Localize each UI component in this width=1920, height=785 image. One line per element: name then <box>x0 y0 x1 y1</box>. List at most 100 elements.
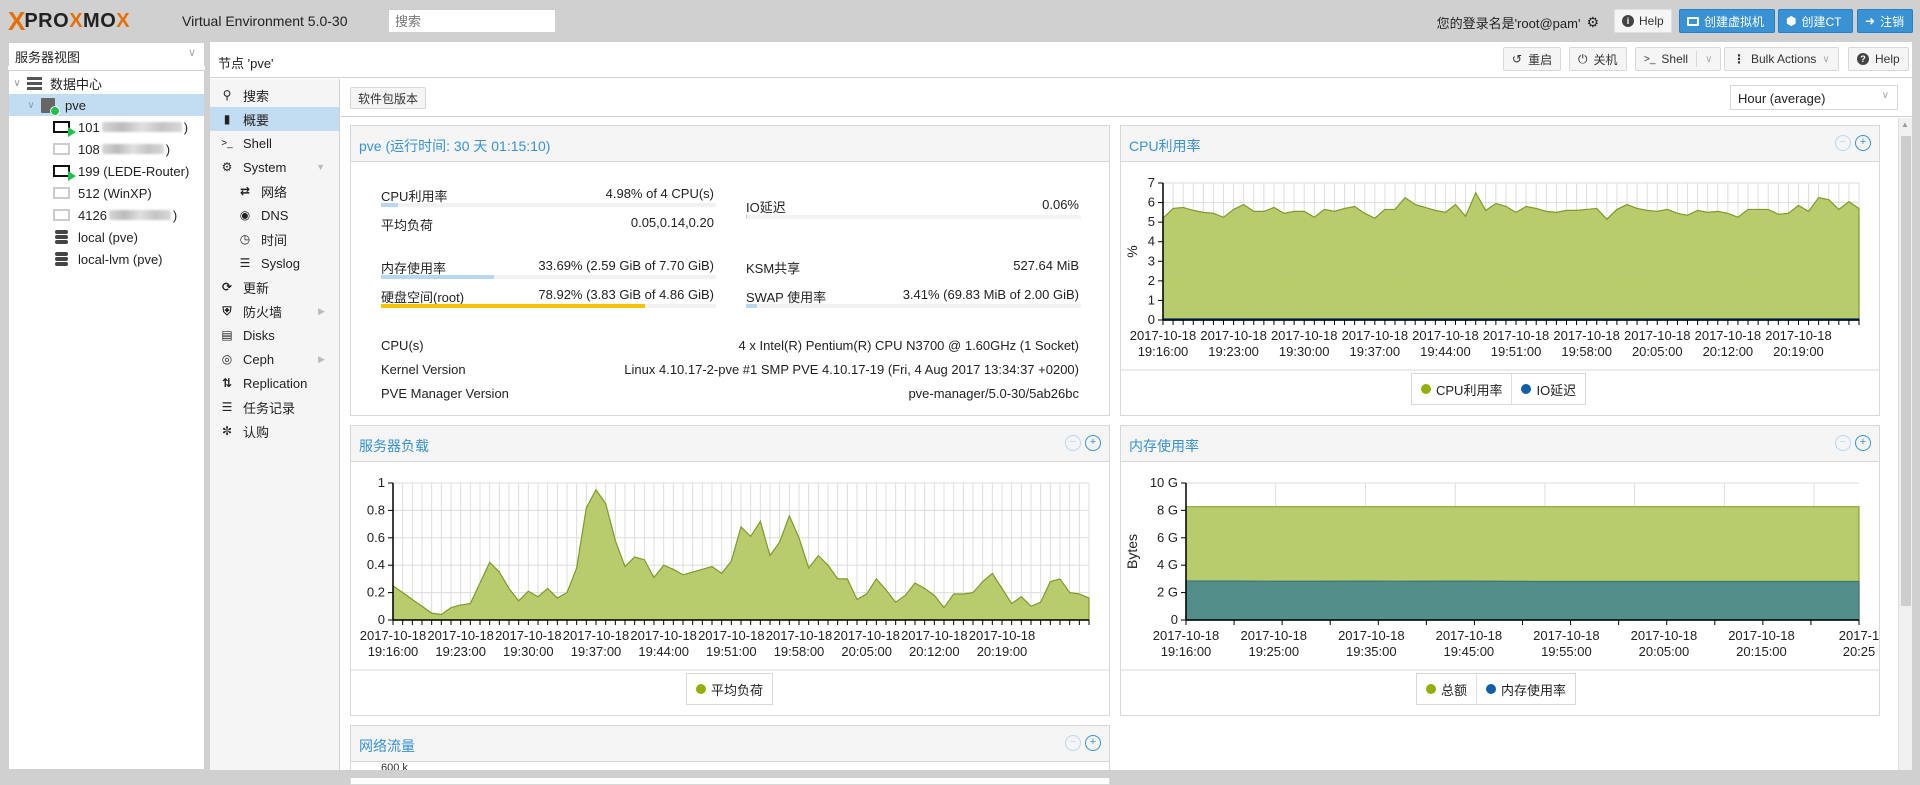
legend-item[interactable]: 总额 <box>1417 674 1476 704</box>
tree-node-vm-101[interactable]: 101) <box>9 116 204 138</box>
nav-item-time[interactable]: ◷时间 <box>210 227 339 251</box>
y-tick-label: 1 <box>378 475 385 490</box>
chart-legend: 总额内存使用率 <box>1416 673 1576 705</box>
zoom-reset-icon[interactable]: − <box>1065 435 1081 451</box>
create-ct-button[interactable]: ⬢ 创建CT <box>1778 9 1853 33</box>
legend-item[interactable]: 内存使用率 <box>1476 674 1575 704</box>
view-selector[interactable]: 服务器视图 ∨ <box>8 42 205 66</box>
help-button[interactable]: i Help <box>1614 9 1672 33</box>
zoom-reset-icon[interactable]: − <box>1835 135 1851 151</box>
bulk-actions-button[interactable]: ⋮Bulk Actions∨ <box>1724 47 1839 71</box>
tree-node-vm-512[interactable]: 512 (WinXP) <box>9 182 204 204</box>
nav-item-ceph[interactable]: ◎Ceph▶ <box>210 347 339 371</box>
ksm-sharing-value: 527.64 MiB <box>1013 258 1079 273</box>
bottom-log-panel-splitter[interactable] <box>0 770 1920 778</box>
y-tick-label: 6 G <box>1157 530 1178 545</box>
zoom-reset-icon[interactable]: − <box>1835 435 1851 451</box>
x-tick-label: 20:05:00 <box>841 644 892 659</box>
nav-item-shell[interactable]: >_Shell <box>210 131 339 155</box>
legend-label: 平均负荷 <box>711 680 763 699</box>
nav-item-network[interactable]: ⇄网络 <box>210 179 339 203</box>
logout-button[interactable]: ➜ 注销 <box>1857 9 1913 33</box>
tree-node-storage-local-lvm[interactable]: local-lvm (pve) <box>9 248 204 270</box>
package-versions-button[interactable]: 软件包版本 <box>350 87 426 109</box>
datacenter-icon <box>27 77 42 90</box>
book-icon: ▮ <box>220 112 234 126</box>
refresh-icon: ⟳ <box>220 280 234 294</box>
tree-node-datacenter[interactable]: ∨ 数据中心 <box>9 72 204 94</box>
proxmox-logo[interactable]: X PROXMOX <box>8 9 130 33</box>
power-icon: ⏻ <box>1578 52 1588 67</box>
nav-item-search[interactable]: ⚲搜索 <box>210 83 339 107</box>
nav-item-syslog[interactable]: ☰Syslog <box>210 251 339 275</box>
reboot-button[interactable]: ↺重启 <box>1503 47 1561 71</box>
zoom-reset-icon[interactable]: − <box>1065 735 1081 751</box>
y-tick-label: 4 G <box>1157 557 1178 572</box>
x-tick-label: 2017-10-18 <box>1200 328 1267 343</box>
node-help-button[interactable]: ?Help <box>1848 47 1909 71</box>
nav-item-subscription[interactable]: ✼认购 <box>210 419 339 443</box>
ellipsis-vertical-icon: ⋮ <box>1733 52 1745 66</box>
cpu-usage-value: 4.98% of 4 CPU(s) <box>606 186 714 201</box>
timeframe-selector[interactable]: Hour (average) ∨ <box>1730 85 1898 110</box>
nav-item-task-history[interactable]: ☰任务记录 <box>210 395 339 419</box>
caret-down-icon[interactable]: ▼ <box>316 162 325 172</box>
x-tick-label: 2017-10-18 <box>1483 328 1550 343</box>
chart-legend: 平均负荷 <box>686 673 773 705</box>
tree-node-vm-108[interactable]: 108) <box>9 138 204 160</box>
shutdown-button[interactable]: ⏻关机 <box>1569 47 1627 71</box>
caret-right-icon[interactable]: ▶ <box>318 354 325 365</box>
nav-item-dns[interactable]: ◉DNS <box>210 203 339 227</box>
swap-usage-bar <box>746 304 1081 308</box>
tree-node-vm-4126[interactable]: 4126) <box>9 204 204 226</box>
zoom-icon[interactable]: + <box>1085 435 1101 451</box>
collapse-toggle-icon[interactable]: ∨ <box>11 78 23 89</box>
node-header: 节点 'pve' ↺重启 ⏻关机 >_Shell∨ ⋮Bulk Actions∨… <box>210 42 1912 78</box>
x-tick-label: 2017-10-18 <box>1631 628 1698 643</box>
nav-item-disks[interactable]: ▤Disks <box>210 323 339 347</box>
x-tick-label: 19:44:00 <box>638 644 689 659</box>
tree-node-pve[interactable]: ∨ pve <box>9 94 204 116</box>
legend-item[interactable]: IO延迟 <box>1511 374 1585 404</box>
legend-item[interactable]: 平均负荷 <box>687 674 772 704</box>
login-info: 您的登录名是'root@pam' ⚙ <box>1437 13 1599 32</box>
create-vm-button[interactable]: 创建虚拟机 <box>1679 9 1775 33</box>
chevron-down-icon: ∨ <box>1822 54 1829 65</box>
zoom-icon[interactable]: + <box>1855 135 1871 151</box>
nav-item-replication[interactable]: ⇅Replication <box>210 371 339 395</box>
login-text: 您的登录名是'root@pam' <box>1437 13 1581 32</box>
zoom-icon[interactable]: + <box>1085 735 1101 751</box>
nav-item-firewall[interactable]: ⛨防火墙▶ <box>210 299 339 323</box>
vm-stopped-icon <box>53 143 70 155</box>
y-tick-label: 0.8 <box>367 502 385 517</box>
x-tick-label: 19:30:00 <box>1279 344 1330 359</box>
caret-right-icon[interactable]: ▶ <box>318 306 325 317</box>
legend-marker-icon <box>1421 384 1431 394</box>
x-tick-label: 19:37:00 <box>1350 344 1401 359</box>
tree-node-storage-local[interactable]: local (pve) <box>9 226 204 248</box>
tree-node-vm-199[interactable]: 199 (LEDE-Router) <box>9 160 204 182</box>
vertical-scrollbar[interactable]: ▲ <box>1898 118 1912 770</box>
y-tick-label: 0.6 <box>367 530 385 545</box>
search-input[interactable] <box>388 9 556 33</box>
chevron-down-icon[interactable]: ∨ <box>1705 54 1712 65</box>
nav-item-system[interactable]: ⚙System▼ <box>210 155 339 179</box>
zoom-icon[interactable]: + <box>1855 435 1871 451</box>
legend-item[interactable]: CPU利用率 <box>1412 374 1511 404</box>
server-load-chart-panel: 服务器负载 −+ 00.20.40.60.812017-10-1819:16:0… <box>350 425 1110 716</box>
shell-split-button[interactable]: >_Shell∨ <box>1635 47 1721 71</box>
chart-tools: −+ <box>1065 735 1101 751</box>
y-tick-label: 7 <box>1148 175 1155 190</box>
collapse-toggle-icon[interactable]: ∨ <box>25 100 37 111</box>
status-summary-panel: pve (运行时间: 30 天 01:15:10) CPU利用率 4.98% o… <box>350 125 1110 416</box>
panel-header: 服务器负载 −+ <box>351 426 1109 462</box>
scrollbar-thumb[interactable] <box>1901 136 1911 606</box>
scroll-up-icon[interactable]: ▲ <box>1901 120 1909 129</box>
question-circle-icon: ? <box>1857 53 1869 65</box>
gear-icon[interactable]: ⚙ <box>1586 14 1599 31</box>
support-icon: ✼ <box>220 424 234 438</box>
nav-item-summary[interactable]: ▮概要 <box>210 107 339 131</box>
x-tick-label: 19:16:00 <box>1161 644 1212 659</box>
nav-item-updates[interactable]: ⟳更新 <box>210 275 339 299</box>
x-tick-label: 19:16:00 <box>1138 344 1189 359</box>
